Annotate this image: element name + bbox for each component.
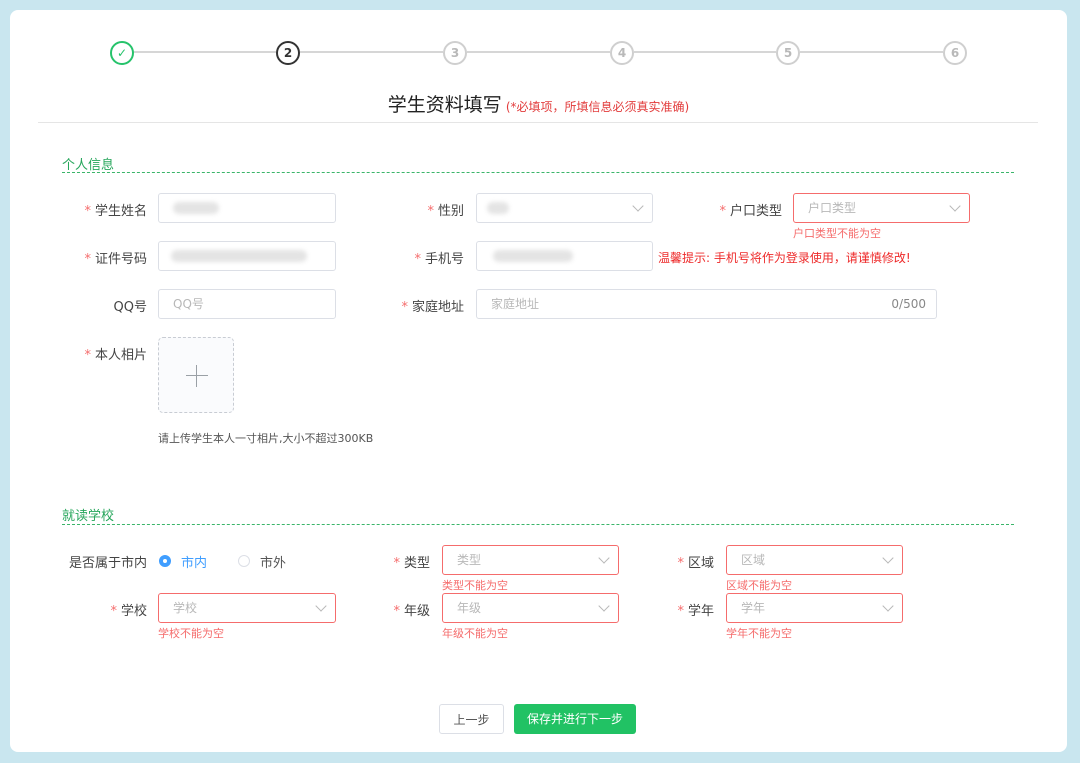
- step-connector: [800, 51, 943, 53]
- save-next-button[interactable]: 保存并进行下一步: [514, 704, 636, 734]
- step-4: 4: [610, 41, 634, 65]
- phone-input[interactable]: [476, 241, 653, 271]
- required-note: (*必填项，所填信息必须真实准确): [505, 100, 690, 114]
- year-label: * 学年: [677, 604, 714, 619]
- qq-label: QQ号: [113, 300, 147, 315]
- hukou-error: 户口类型不能为空: [793, 227, 881, 240]
- type-label: * 类型: [393, 556, 430, 571]
- step-2-current: 2: [276, 41, 300, 65]
- page-title-row: 学生资料填写 (*必填项，所填信息必须真实准确): [10, 90, 1067, 117]
- school-label: * 学校: [110, 604, 147, 619]
- step-connector: [300, 51, 443, 53]
- grade-label: * 年级: [393, 604, 430, 619]
- hukou-type-select[interactable]: 户口类型: [793, 193, 970, 223]
- plus-icon: [196, 365, 197, 387]
- section-divider: [62, 172, 1014, 173]
- radio-out-city-label[interactable]: 市外: [260, 552, 286, 571]
- gender-label: * 性别: [427, 204, 464, 219]
- chevron-down-icon: [882, 600, 894, 612]
- photo-hint: 请上传学生本人一寸相片,大小不超过300KB: [158, 432, 374, 445]
- grade-error: 年级不能为空: [442, 627, 508, 640]
- id-number-input[interactable]: [158, 241, 336, 271]
- step-connector: [634, 51, 776, 53]
- photo-upload-button[interactable]: [158, 337, 234, 413]
- region-error: 区域不能为空: [726, 579, 792, 592]
- char-counter: 0/500: [891, 297, 926, 311]
- phone-label: * 手机号: [414, 252, 464, 267]
- step-5: 5: [776, 41, 800, 65]
- chevron-down-icon: [632, 200, 644, 212]
- grade-select[interactable]: 年级: [442, 593, 619, 623]
- chevron-down-icon: [598, 600, 610, 612]
- redacted-value: [171, 250, 307, 262]
- gender-select[interactable]: [476, 193, 653, 223]
- type-error: 类型不能为空: [442, 579, 508, 592]
- step-connector: [467, 51, 610, 53]
- school-error: 学校不能为空: [158, 627, 224, 640]
- prev-step-button[interactable]: 上一步: [439, 704, 504, 734]
- redacted-value: [487, 202, 509, 214]
- phone-warning: 温馨提示: 手机号将作为登录使用，请谨慎修改!: [658, 251, 911, 265]
- section-title-personal: 个人信息: [62, 158, 115, 173]
- radio-in-city[interactable]: [159, 555, 171, 567]
- address-label: * 家庭地址: [401, 300, 464, 315]
- school-year-select[interactable]: 学年: [726, 593, 903, 623]
- page-title: 学生资料填写: [387, 94, 502, 116]
- id-label: * 证件号码: [84, 252, 147, 267]
- step-3: 3: [443, 41, 467, 65]
- photo-label: * 本人相片: [84, 348, 147, 363]
- student-name-input[interactable]: [158, 193, 336, 223]
- radio-out-city[interactable]: [238, 555, 250, 567]
- form-card: ✓ 2 3 4 5 6 学生资料填写 (*必填项，所填信息必须真实准确) 个人信息…: [10, 10, 1067, 752]
- chevron-down-icon: [949, 200, 961, 212]
- hukou-label: * 户口类型: [719, 204, 782, 219]
- redacted-value: [173, 202, 219, 214]
- step-1-done-check-icon: ✓: [110, 41, 134, 65]
- radio-in-city-label[interactable]: 市内: [181, 552, 207, 571]
- school-select[interactable]: 学校: [158, 593, 336, 623]
- chevron-down-icon: [315, 600, 327, 612]
- section-title-school: 就读学校: [62, 509, 115, 524]
- title-divider: [38, 122, 1038, 123]
- step-connector: [132, 51, 276, 53]
- redacted-value: [493, 250, 573, 262]
- region-select[interactable]: 区域: [726, 545, 903, 575]
- address-input[interactable]: 家庭地址 0/500: [476, 289, 937, 319]
- chevron-down-icon: [598, 552, 610, 564]
- region-label: * 区域: [677, 556, 714, 571]
- plus-icon: [186, 375, 208, 376]
- year-error: 学年不能为空: [726, 627, 792, 640]
- name-label: * 学生姓名: [84, 204, 147, 219]
- school-type-select[interactable]: 类型: [442, 545, 619, 575]
- in-city-label: 是否属于市内: [68, 556, 147, 571]
- chevron-down-icon: [882, 552, 894, 564]
- step-6: 6: [943, 41, 967, 65]
- qq-input[interactable]: QQ号: [158, 289, 336, 319]
- section-divider: [62, 524, 1014, 525]
